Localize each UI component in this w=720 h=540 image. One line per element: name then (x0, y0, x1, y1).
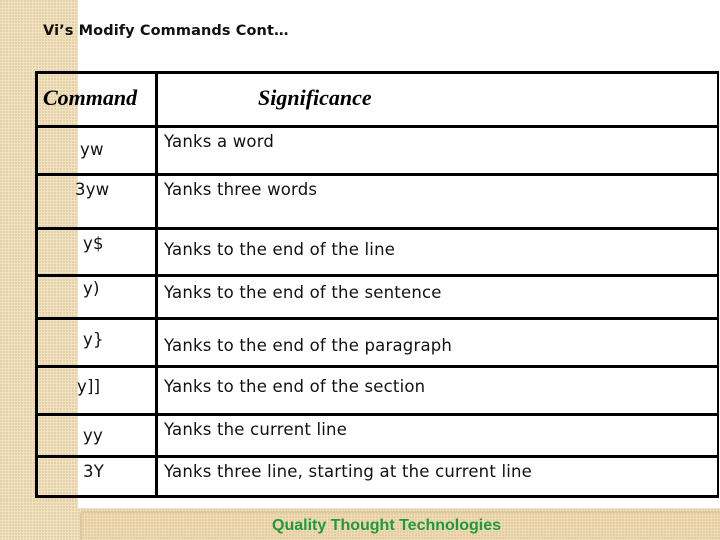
table-border-right (717, 71, 719, 498)
table-row-divider (35, 274, 719, 277)
footer-bar: Quality Thought Technologies (80, 511, 720, 540)
table-border-left (35, 71, 38, 498)
command-cell: y]] (77, 377, 101, 396)
table-row-divider (35, 413, 719, 416)
command-cell: 3yw (75, 180, 110, 199)
command-cell: yw (80, 140, 104, 159)
significance-cell: Yanks to the end of the section (164, 377, 426, 396)
significance-cell: Yanks the current line (164, 420, 348, 439)
table-row-divider (35, 227, 719, 230)
command-cell: y$ (83, 234, 104, 253)
footer-company-name: Quality Thought Technologies (272, 517, 502, 534)
significance-cell: Yanks to the end of the line (164, 240, 396, 259)
table-row-divider (35, 455, 719, 458)
significance-cell: Yanks three line, starting at the curren… (164, 462, 533, 481)
table-row-divider (35, 125, 719, 128)
slide-title: Vi’s Modify Commands Cont… (43, 23, 289, 39)
table-border-bottom (35, 495, 719, 498)
header-significance: Significance (258, 85, 372, 110)
significance-cell: Yanks to the end of the paragraph (164, 336, 453, 355)
table-border-top (35, 71, 719, 74)
table-row-divider (35, 317, 719, 320)
table-column-divider (155, 71, 158, 498)
command-cell: 3Y (83, 462, 104, 481)
command-cell: y) (83, 279, 100, 298)
commands-table: Command Significance yw Yanks a word 3yw… (35, 71, 719, 498)
command-cell: yy (83, 426, 103, 445)
significance-cell: Yanks three words (164, 180, 318, 199)
table-row-divider (35, 173, 719, 176)
significance-cell: Yanks to the end of the sentence (164, 283, 442, 302)
header-command: Command (43, 85, 138, 110)
table-row-divider (35, 365, 719, 368)
significance-cell: Yanks a word (164, 132, 275, 151)
command-cell: y} (83, 330, 104, 349)
